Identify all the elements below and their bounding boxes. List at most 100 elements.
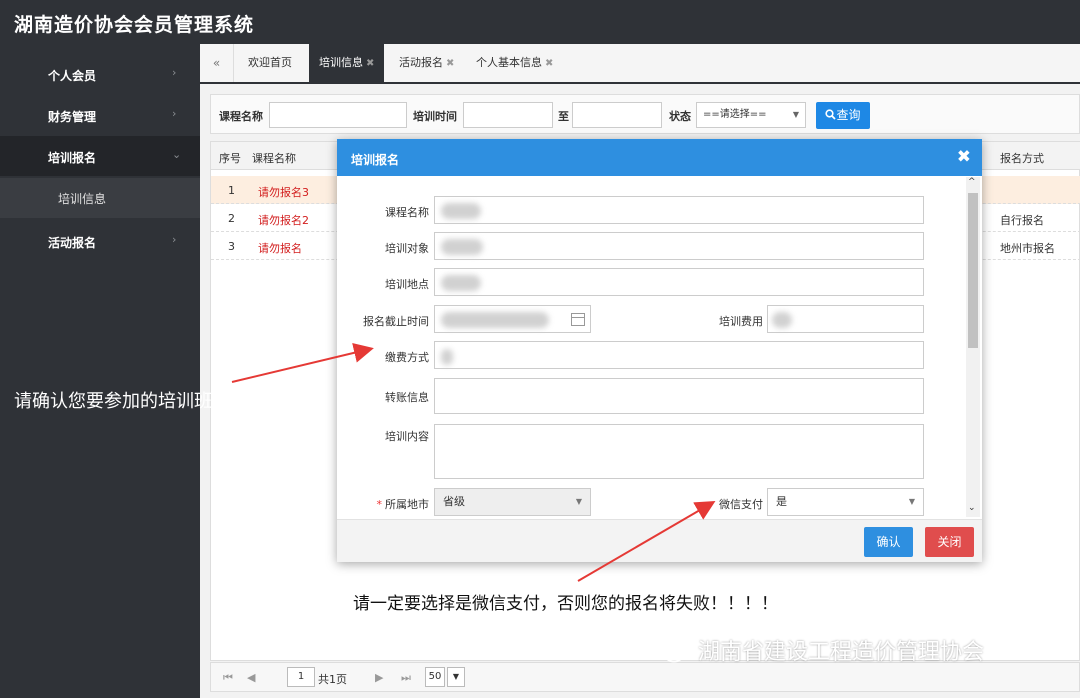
calendar-icon[interactable] — [571, 313, 585, 326]
sidebar-item-label: 活动报名 — [48, 236, 97, 250]
redacted-value — [441, 312, 549, 328]
caret-down-icon: ▼ — [908, 497, 915, 506]
status-select-value: ==请选择== — [703, 109, 767, 120]
chevron-right-icon: › — [172, 107, 177, 120]
tab-label: 培训信息 — [319, 56, 363, 69]
wechat-pay-select-value: 是 — [776, 495, 787, 508]
dialog-scrollbar[interactable]: ^ ⌄ — [966, 177, 980, 517]
page-number-input[interactable]: 1 — [287, 667, 315, 687]
training-location-label: 培训地点 — [385, 278, 429, 291]
course-name-field[interactable] — [434, 196, 924, 224]
close-button[interactable]: 关闭 — [925, 527, 974, 557]
tab-activity[interactable]: 活动报名 ✖ — [389, 44, 464, 82]
status-label: 状态 — [669, 110, 691, 123]
training-registration-dialog: 培训报名 ✖ 课程名称 培训对象 培训地点 报名截止时间 培训费用 缴费方式 转… — [337, 139, 982, 562]
wechat-icon — [651, 637, 684, 663]
training-time-start-input[interactable] — [463, 102, 553, 128]
scroll-down-icon[interactable]: ⌄ — [968, 503, 976, 513]
redacted-value — [441, 349, 453, 365]
tab-label: 个人基本信息 — [476, 56, 542, 69]
row-no: 1 — [228, 184, 235, 197]
query-button[interactable]: 查询 — [816, 102, 870, 129]
scrollbar-thumb[interactable] — [968, 193, 978, 348]
deadline-field[interactable] — [434, 305, 591, 333]
training-time-end-input[interactable] — [572, 102, 662, 128]
search-icon — [825, 109, 837, 120]
app-header: 湖南造价协会会员管理系统 — [0, 0, 1080, 44]
close-icon[interactable]: ✖ — [545, 58, 553, 69]
tab-personal-info[interactable]: 个人基本信息 ✖ — [466, 44, 563, 82]
row-course-name: 请勿报名 — [258, 242, 302, 255]
wechat-pay-select[interactable]: 是 ▼ — [767, 488, 924, 516]
close-icon[interactable]: ✖ — [366, 58, 374, 69]
sidebar-subitem-training-info[interactable]: 培训信息 — [0, 178, 200, 218]
sidebar-item-label: 培训报名 — [48, 151, 97, 165]
caret-down-icon: ▼ — [575, 497, 582, 506]
training-fee-field[interactable] — [767, 305, 924, 333]
to-label: 至 — [558, 110, 569, 123]
first-page-icon[interactable]: ⏮ — [223, 671, 233, 685]
training-content-field[interactable] — [434, 424, 924, 479]
watermark: 湖南省建设工程造价管理协会 — [698, 640, 985, 665]
training-time-label: 培训时间 — [413, 110, 457, 123]
search-bar: 课程名称 培训时间 至 状态 ==请选择== ▼ 查询 — [210, 94, 1080, 134]
sidebar: 个人会员 › 财务管理 › 培训报名 ⌄ 培训信息 活动报名 › — [0, 44, 200, 698]
row-reg-way: 地州市报名 — [1000, 242, 1055, 255]
row-course-name: 请勿报名2 — [258, 214, 309, 227]
payment-method-label: 缴费方式 — [385, 351, 429, 364]
payment-method-field[interactable] — [434, 341, 924, 369]
column-header-course-name: 课程名称 — [252, 152, 296, 165]
page-size-dropdown-icon[interactable]: ▼ — [447, 667, 465, 687]
training-target-field[interactable] — [434, 232, 924, 260]
training-fee-label: 培训费用 — [719, 315, 763, 328]
sidebar-item-training[interactable]: 培训报名 ⌄ — [0, 136, 200, 176]
chevron-right-icon: › — [172, 66, 177, 79]
tab-label: 活动报名 — [399, 56, 443, 69]
city-label: * 所属地市 — [376, 498, 430, 511]
confirm-button[interactable]: 确认 — [864, 527, 913, 557]
city-select-value: 省级 — [443, 495, 465, 508]
sidebar-subitem-label: 培训信息 — [58, 192, 107, 206]
close-icon[interactable]: ✖ — [957, 147, 971, 167]
next-page-icon[interactable]: ▶ — [375, 671, 383, 684]
sidebar-item-label: 个人会员 — [48, 69, 97, 83]
redacted-value — [441, 239, 483, 255]
dialog-header: 培训报名 ✖ — [337, 139, 982, 176]
status-select[interactable]: ==请选择== ▼ — [696, 102, 806, 128]
course-name-input[interactable] — [269, 102, 407, 128]
query-button-label: 查询 — [836, 108, 861, 122]
close-icon[interactable]: ✖ — [446, 58, 454, 69]
tab-training-info[interactable]: 培训信息 ✖ — [309, 44, 385, 82]
page-total: 共1页 — [318, 673, 347, 686]
page-size-select[interactable]: 50 — [425, 667, 445, 687]
column-header-reg-way: 报名方式 — [1000, 152, 1044, 165]
caret-down-icon: ▼ — [792, 110, 799, 119]
tab-welcome[interactable]: 欢迎首页 — [238, 44, 302, 82]
training-location-field[interactable] — [434, 268, 924, 296]
sidebar-item-activity[interactable]: 活动报名 › — [0, 221, 200, 261]
redacted-value — [441, 203, 481, 219]
prev-page-icon[interactable]: ◀ — [247, 671, 255, 684]
scroll-up-icon[interactable]: ^ — [968, 177, 976, 187]
deadline-label: 报名截止时间 — [363, 315, 429, 328]
required-asterisk: * — [376, 498, 383, 511]
chevron-down-icon: ⌄ — [172, 148, 182, 161]
last-page-icon[interactable]: ⏭ — [401, 671, 411, 685]
city-select[interactable]: 省级 ▼ — [434, 488, 591, 516]
sidebar-item-finance[interactable]: 财务管理 › — [0, 95, 200, 135]
row-no: 3 — [228, 240, 235, 253]
transfer-info-field[interactable] — [434, 378, 924, 414]
tab-scroll-left-icon[interactable]: « — [200, 44, 234, 82]
training-content-label: 培训内容 — [385, 430, 429, 443]
transfer-info-label: 转账信息 — [385, 391, 429, 404]
row-course-name: 请勿报名3 — [258, 186, 309, 199]
annotation-select-wechat-pay: 请一定要选择是微信支付，否则您的报名将失败！！！！ — [353, 594, 778, 614]
sidebar-item-personal-member[interactable]: 个人会员 › — [0, 54, 200, 94]
course-name-label: 课程名称 — [385, 206, 429, 219]
redacted-value — [441, 275, 481, 291]
row-no: 2 — [228, 212, 235, 225]
tab-label: 欢迎首页 — [248, 56, 292, 69]
column-header-no: 序号 — [219, 152, 241, 165]
annotation-confirm-info: 请确认您要参加的培训班信息 — [14, 391, 248, 412]
course-name-label: 课程名称 — [219, 110, 263, 123]
